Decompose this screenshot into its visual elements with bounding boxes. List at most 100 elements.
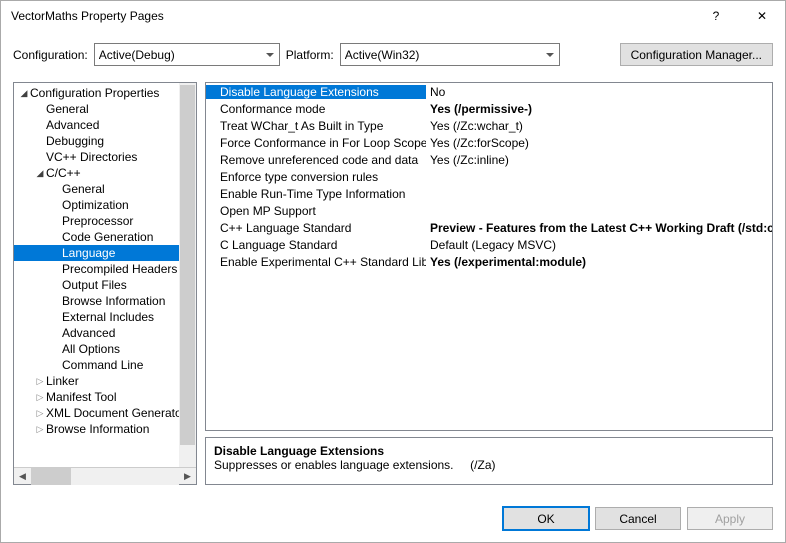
chevron-down-icon: ◢ bbox=[18, 88, 30, 99]
tree-item-collapsed[interactable]: ▷XML Document Generator bbox=[14, 405, 196, 421]
tree-item[interactable]: Advanced bbox=[14, 117, 196, 133]
tree-item-label: Manifest Tool bbox=[46, 390, 116, 404]
property-row[interactable]: Conformance modeYes (/permissive-) bbox=[206, 100, 772, 117]
tree-item-ccpp[interactable]: Optimization bbox=[14, 197, 196, 213]
property-row[interactable]: C++ Language StandardPreview - Features … bbox=[206, 219, 772, 236]
property-name: Remove unreferenced code and data bbox=[206, 153, 426, 167]
property-row[interactable]: C Language StandardDefault (Legacy MSVC) bbox=[206, 236, 772, 253]
property-value[interactable]: Preview - Features from the Latest C++ W… bbox=[426, 221, 772, 235]
platform-label: Platform: bbox=[286, 48, 334, 62]
tree-item-label: C/C++ bbox=[46, 166, 81, 180]
property-name: Enable Run-Time Type Information bbox=[206, 187, 426, 201]
chevron-right-icon: ▷ bbox=[34, 424, 46, 435]
property-name: Force Conformance in For Loop Scope bbox=[206, 136, 426, 150]
tree-item-ccpp[interactable]: External Includes bbox=[14, 309, 196, 325]
titlebar: VectorMaths Property Pages ? ✕ bbox=[1, 1, 785, 31]
property-value[interactable]: No bbox=[426, 85, 772, 99]
property-name: Conformance mode bbox=[206, 102, 426, 116]
tree-item-label: Output Files bbox=[62, 278, 127, 292]
tree-item-ccpp[interactable]: Language bbox=[14, 245, 196, 261]
configuration-select[interactable]: Active(Debug) bbox=[94, 43, 280, 66]
configuration-manager-button[interactable]: Configuration Manager... bbox=[620, 43, 773, 66]
scroll-right-icon[interactable]: ▶ bbox=[179, 468, 196, 485]
tree-item-label: Language bbox=[62, 246, 115, 260]
tree-item[interactable]: VC++ Directories bbox=[14, 149, 196, 165]
tree-item-ccpp[interactable]: Command Line bbox=[14, 357, 196, 373]
tree-item-ccpp[interactable]: Output Files bbox=[14, 277, 196, 293]
chevron-right-icon: ▷ bbox=[34, 376, 46, 387]
tree-item-collapsed[interactable]: ▷Linker bbox=[14, 373, 196, 389]
property-value[interactable]: Yes (/permissive-) bbox=[426, 102, 772, 116]
property-grid[interactable]: Disable Language ExtensionsNoConformance… bbox=[205, 82, 773, 431]
tree-item-label: Browse Information bbox=[62, 294, 165, 308]
description-title: Disable Language Extensions bbox=[214, 444, 764, 458]
tree-item-label: General bbox=[46, 102, 89, 116]
property-value[interactable]: Yes (/Zc:forScope) bbox=[426, 136, 772, 150]
close-icon: ✕ bbox=[757, 9, 767, 23]
chevron-right-icon: ▷ bbox=[34, 392, 46, 403]
tree-item-label: VC++ Directories bbox=[46, 150, 137, 164]
property-value[interactable]: Yes (/Zc:inline) bbox=[426, 153, 772, 167]
property-name: Open MP Support bbox=[206, 204, 426, 218]
tree-item-label: Linker bbox=[46, 374, 79, 388]
footer: OK Cancel Apply bbox=[1, 497, 785, 542]
tree-ccpp[interactable]: ◢C/C++ bbox=[14, 165, 196, 181]
help-icon: ? bbox=[713, 9, 720, 23]
chevron-down-icon: ◢ bbox=[34, 168, 46, 179]
apply-button[interactable]: Apply bbox=[687, 507, 773, 530]
main-area: ◢Configuration Properties General Advanc… bbox=[1, 74, 785, 497]
tree-vscrollbar[interactable] bbox=[179, 83, 196, 467]
property-value[interactable]: Yes (/Zc:wchar_t) bbox=[426, 119, 772, 133]
tree-item-label: General bbox=[62, 182, 105, 196]
close-button[interactable]: ✕ bbox=[739, 1, 785, 31]
ok-button[interactable]: OK bbox=[503, 507, 589, 530]
property-row[interactable]: Enable Experimental C++ Standard Library… bbox=[206, 253, 772, 270]
property-row[interactable]: Remove unreferenced code and dataYes (/Z… bbox=[206, 151, 772, 168]
tree-item-ccpp[interactable]: Preprocessor bbox=[14, 213, 196, 229]
property-name: Treat WChar_t As Built in Type bbox=[206, 119, 426, 133]
cancel-button[interactable]: Cancel bbox=[595, 507, 681, 530]
tree-item-ccpp[interactable]: General bbox=[14, 181, 196, 197]
tree-root[interactable]: ◢Configuration Properties bbox=[14, 85, 196, 101]
config-bar: Configuration: Active(Debug) Platform: A… bbox=[1, 31, 785, 74]
tree-hscroll-track[interactable] bbox=[31, 468, 179, 485]
tree-item-label: Command Line bbox=[62, 358, 143, 372]
tree-vscroll-thumb[interactable] bbox=[180, 85, 195, 445]
tree-item-label: External Includes bbox=[62, 310, 154, 324]
tree-item-ccpp[interactable]: Advanced bbox=[14, 325, 196, 341]
tree-item-collapsed[interactable]: ▷Manifest Tool bbox=[14, 389, 196, 405]
tree-item-label: Preprocessor bbox=[62, 214, 133, 228]
tree-item-label: Optimization bbox=[62, 198, 129, 212]
tree-panel: ◢Configuration Properties General Advanc… bbox=[13, 82, 197, 485]
description-box: Disable Language Extensions Suppresses o… bbox=[205, 437, 773, 485]
property-name: Enforce type conversion rules bbox=[206, 170, 426, 184]
platform-select[interactable]: Active(Win32) bbox=[340, 43, 560, 66]
property-row[interactable]: Enable Run-Time Type Information bbox=[206, 185, 772, 202]
scroll-left-icon[interactable]: ◀ bbox=[14, 468, 31, 485]
property-row[interactable]: Treat WChar_t As Built in TypeYes (/Zc:w… bbox=[206, 117, 772, 134]
tree-item-ccpp[interactable]: Code Generation bbox=[14, 229, 196, 245]
property-row[interactable]: Open MP Support bbox=[206, 202, 772, 219]
property-value[interactable]: Yes (/experimental:module) bbox=[426, 255, 772, 269]
tree-item[interactable]: General bbox=[14, 101, 196, 117]
configuration-label: Configuration: bbox=[13, 48, 88, 62]
tree-item-label: All Options bbox=[62, 342, 120, 356]
description-body: Suppresses or enables language extension… bbox=[214, 458, 764, 472]
tree-item[interactable]: Debugging bbox=[14, 133, 196, 149]
tree[interactable]: ◢Configuration Properties General Advanc… bbox=[14, 83, 196, 467]
help-button[interactable]: ? bbox=[693, 1, 739, 31]
property-row[interactable]: Force Conformance in For Loop ScopeYes (… bbox=[206, 134, 772, 151]
tree-item-ccpp[interactable]: All Options bbox=[14, 341, 196, 357]
tree-item-ccpp[interactable]: Precompiled Headers bbox=[14, 261, 196, 277]
right-panel: Disable Language ExtensionsNoConformance… bbox=[205, 82, 773, 485]
tree-hscroll-thumb[interactable] bbox=[31, 468, 71, 485]
property-row[interactable]: Disable Language ExtensionsNo bbox=[206, 83, 772, 100]
property-name: Disable Language Extensions bbox=[206, 85, 426, 99]
tree-item-label: Advanced bbox=[46, 118, 99, 132]
tree-item-ccpp[interactable]: Browse Information bbox=[14, 293, 196, 309]
chevron-right-icon: ▷ bbox=[34, 408, 46, 419]
tree-item-collapsed[interactable]: ▷Browse Information bbox=[14, 421, 196, 437]
property-value[interactable]: Default (Legacy MSVC) bbox=[426, 238, 772, 252]
property-row[interactable]: Enforce type conversion rules bbox=[206, 168, 772, 185]
tree-hscrollbar[interactable]: ◀ ▶ bbox=[14, 467, 196, 484]
